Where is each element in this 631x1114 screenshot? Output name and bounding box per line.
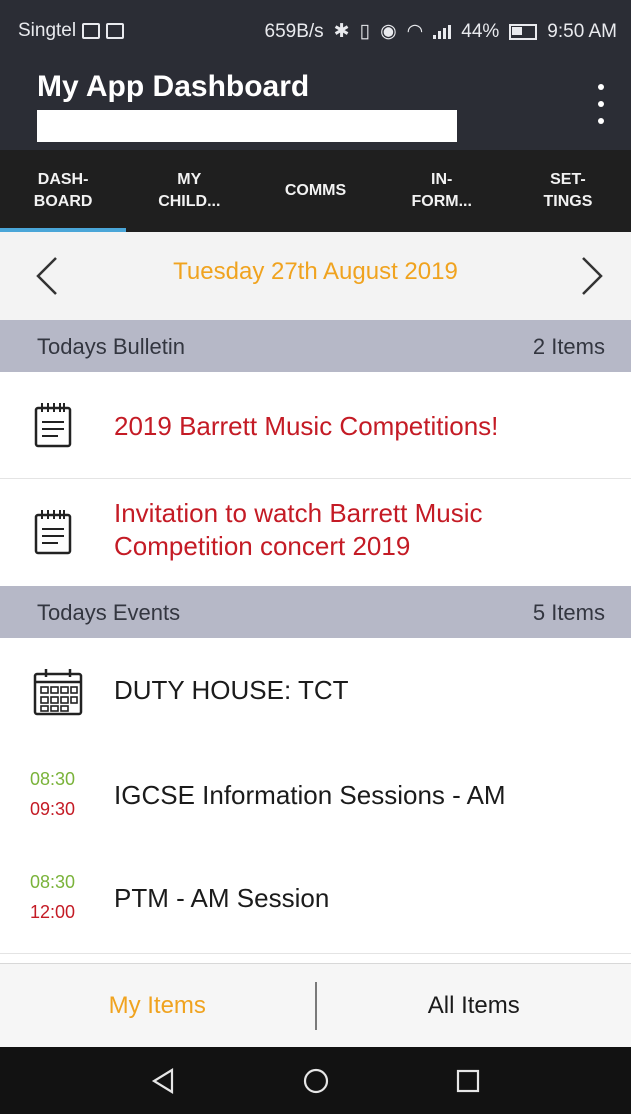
overflow-dot-icon: [598, 118, 604, 124]
overflow-dot-icon: [598, 84, 604, 90]
app-subtitle: [37, 110, 457, 142]
notepad-icon: [34, 403, 72, 448]
status-bar: Singtel 659B/s ✱ ▯ ◉ ◠ 44% 9:50 AM: [0, 0, 631, 62]
event-times: 08:30 09:30: [30, 764, 75, 824]
home-icon[interactable]: [300, 1065, 332, 1097]
event-end-time: 12:00: [30, 902, 76, 922]
event-title: IGCSE Information Sessions - AM: [114, 780, 506, 810]
notepad-icon: [34, 510, 72, 555]
events-item-count: 5 Items: [532, 600, 605, 625]
all-items-tab[interactable]: All Items: [317, 964, 631, 1048]
tab-dashboard[interactable]: DASH- BOARD: [0, 150, 127, 232]
event-item[interactable]: 08:30 12:00 PTM - AM Session: [0, 847, 631, 954]
event-title: DUTY HOUSE: TCT: [114, 675, 349, 705]
vibrate-icon: ▯: [359, 21, 371, 42]
event-item[interactable]: DUTY HOUSE: TCT: [0, 638, 631, 745]
bulletin-item[interactable]: Invitation to watch Barrett Music Compet…: [0, 479, 631, 587]
wifi-icon: ◠: [406, 21, 424, 42]
bulletin-item-count: 2 Items: [532, 334, 605, 359]
event-item[interactable]: 08:30 09:30 IGCSE Information Sessions -…: [0, 744, 631, 848]
battery-percent: 44%: [461, 20, 500, 42]
main-tabs: DASH- BOARD MY CHILD... COMMS IN- FORM..…: [0, 150, 631, 232]
item-filter-tabs: My Items All Items: [0, 963, 631, 1048]
clock: 9:50 AM: [547, 20, 617, 42]
events-section-title: Todays Events: [37, 600, 181, 625]
date-navigator: Tuesday 27th August 2019: [0, 232, 631, 320]
eye-icon: ◉: [380, 21, 397, 42]
event-title: PTM - AM Session: [114, 883, 330, 913]
app-title: My App Dashboard: [37, 70, 310, 103]
event-end-time: 09:30: [30, 799, 76, 819]
calendar-icon: [33, 669, 83, 716]
notification-icon: [106, 23, 125, 39]
my-items-tab[interactable]: My Items: [0, 964, 315, 1048]
bluetooth-icon: ✱: [333, 21, 350, 42]
bulletin-section-header: Todays Bulletin 2 Items: [0, 320, 631, 372]
bulletin-item-title: 2019 Barrett Music Competitions!: [114, 411, 499, 441]
carrier-label: Singtel: [18, 20, 77, 41]
tab-comms[interactable]: COMMS: [252, 150, 378, 232]
signal-icon: [433, 24, 452, 39]
recents-icon[interactable]: [452, 1065, 484, 1097]
bulletin-item[interactable]: 2019 Barrett Music Competitions!: [0, 372, 631, 479]
overflow-menu-button[interactable]: [591, 84, 611, 124]
system-nav-bar: [0, 1047, 631, 1114]
app-bar: My App Dashboard: [0, 62, 631, 150]
event-times: 08:30 12:00: [30, 867, 75, 927]
tab-information[interactable]: IN- FORM...: [379, 150, 505, 232]
battery-icon: [509, 23, 538, 40]
mail-icon: [82, 23, 101, 39]
events-section-header: Todays Events 5 Items: [0, 586, 631, 638]
event-start-time: 08:30: [30, 769, 76, 789]
overflow-dot-icon: [598, 101, 604, 107]
next-day-button[interactable]: [571, 254, 611, 298]
network-speed: 659B/s: [264, 20, 324, 42]
tab-my-children[interactable]: MY CHILD...: [126, 150, 252, 232]
bulletin-section-title: Todays Bulletin: [37, 334, 185, 359]
bulletin-item-title: Invitation to watch Barrett Music Compet…: [114, 498, 483, 561]
current-date: Tuesday 27th August 2019: [173, 258, 458, 285]
event-start-time: 08:30: [30, 872, 76, 892]
chevron-right-icon: [582, 257, 603, 295]
tab-settings[interactable]: SET- TINGS: [505, 150, 631, 232]
back-icon[interactable]: [148, 1065, 180, 1097]
